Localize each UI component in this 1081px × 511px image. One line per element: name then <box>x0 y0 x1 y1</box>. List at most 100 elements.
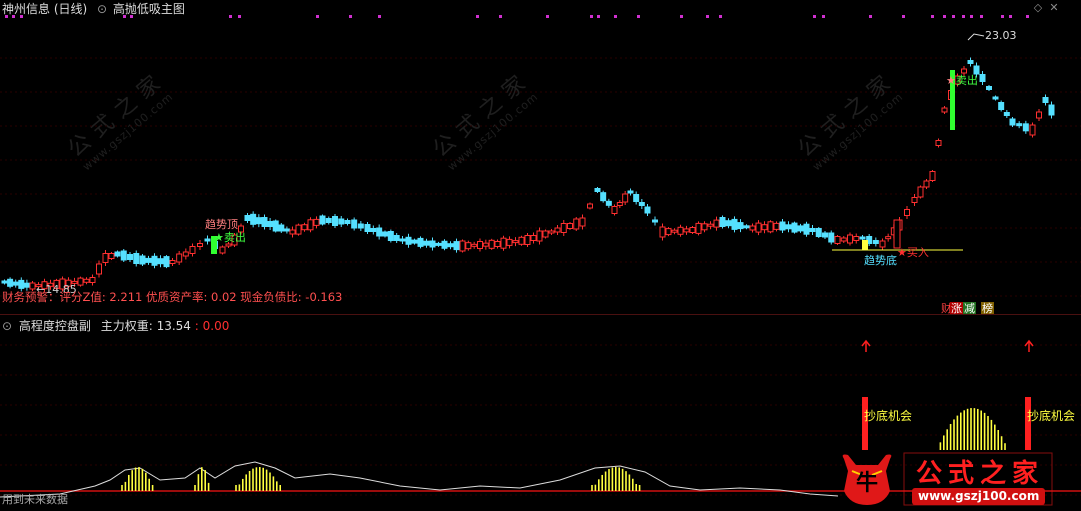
candle-body <box>506 238 513 246</box>
candle-body <box>530 235 537 241</box>
candle-body <box>719 217 726 227</box>
candle-body <box>605 200 612 206</box>
candle-body <box>139 255 146 265</box>
candle-body <box>338 218 345 225</box>
candle-body <box>616 202 623 206</box>
candle-body <box>423 240 430 246</box>
candle-body <box>935 140 942 146</box>
candle-body <box>370 228 377 232</box>
candle-body <box>332 216 338 226</box>
logo-mascot-text: 牛 <box>856 470 879 496</box>
candle-body <box>127 254 133 260</box>
sub-indicator-name[interactable]: 高程度控盘副 <box>19 319 91 333</box>
candle-body <box>707 223 714 227</box>
candle-body <box>435 242 442 246</box>
candle-body <box>737 222 744 230</box>
candle-body <box>731 218 738 230</box>
candle-body <box>567 223 573 229</box>
candle-body <box>689 227 696 233</box>
candle-body <box>163 256 170 268</box>
candle-body <box>713 219 720 228</box>
candle-body <box>917 186 924 198</box>
candle-body <box>767 221 774 233</box>
candle-body <box>364 224 371 232</box>
candle-body <box>182 251 189 257</box>
candle-body <box>301 224 308 231</box>
candle-body <box>885 236 892 240</box>
candle-body <box>594 188 601 192</box>
buy-signal-bar <box>862 240 868 250</box>
candle-body <box>695 222 702 234</box>
sub-indicator-settings-icon[interactable]: ⊙ <box>2 319 12 333</box>
candle-body <box>579 217 586 227</box>
candle-body <box>923 180 930 188</box>
candle-body <box>587 203 593 209</box>
candle-body <box>12 281 19 286</box>
candle-body <box>250 213 257 225</box>
candle-body <box>773 222 780 230</box>
weight-change: : 0.00 <box>194 319 230 333</box>
candle-body <box>453 241 460 251</box>
candle-body <box>665 228 672 236</box>
candle-body <box>542 230 549 238</box>
candle-body <box>560 223 567 233</box>
opportunity-label: 抄底机会 <box>864 409 913 423</box>
candle-body <box>157 258 164 265</box>
candle-body <box>749 225 756 231</box>
candle-body <box>96 263 102 275</box>
logo-title: 公式之家 <box>916 459 1045 489</box>
candle-body <box>289 229 296 235</box>
candle-body <box>677 226 684 235</box>
candle-body <box>755 222 762 233</box>
logo-url: www.gszj100.com <box>912 488 1046 505</box>
pane-divider[interactable] <box>0 314 1081 315</box>
candle-body <box>429 240 436 248</box>
candle-body <box>611 206 618 214</box>
candle-body <box>500 237 507 249</box>
candle-body <box>393 235 400 241</box>
candle-body <box>859 236 866 240</box>
candle-body <box>725 220 732 227</box>
candle-body <box>779 221 786 231</box>
candle-body <box>272 220 279 232</box>
candle-body <box>518 236 525 245</box>
candle-body <box>18 279 25 289</box>
candle-body <box>671 229 678 233</box>
candle-body <box>536 230 543 242</box>
candle-body <box>313 218 320 226</box>
candle-body <box>471 243 478 247</box>
candle-body <box>376 227 383 237</box>
peak-marker <box>967 33 985 41</box>
candle-body <box>307 219 314 231</box>
candle-body <box>1009 118 1016 126</box>
peak-sell-label: ★卖出 <box>946 74 978 87</box>
candle-body <box>1003 112 1010 116</box>
candle-body <box>197 243 203 247</box>
candle-body <box>904 209 910 216</box>
candle-body <box>627 190 634 194</box>
candle-body <box>145 257 152 263</box>
candle-body <box>828 232 835 243</box>
candle-body <box>701 223 708 231</box>
candle-body <box>791 222 798 233</box>
candle-body <box>554 227 561 233</box>
candle-body <box>102 253 109 263</box>
candle-body <box>524 235 531 245</box>
candle-body <box>411 239 418 244</box>
candle-body <box>797 225 804 232</box>
candle-body <box>482 242 489 247</box>
candle-body <box>1042 97 1049 103</box>
candle-body <box>244 215 251 221</box>
candle-body <box>261 217 268 227</box>
candle-body <box>822 232 828 238</box>
candle-body <box>133 253 140 264</box>
weight-value: 主力权重: 13.54 <box>100 319 191 333</box>
candle-body <box>23 282 30 288</box>
candle-body <box>267 221 274 227</box>
candle-body <box>319 215 326 225</box>
candle-body <box>176 253 183 263</box>
candle-body <box>633 194 640 202</box>
candle-body <box>405 236 412 245</box>
candle-body <box>1 280 8 284</box>
candle-body <box>295 224 302 235</box>
